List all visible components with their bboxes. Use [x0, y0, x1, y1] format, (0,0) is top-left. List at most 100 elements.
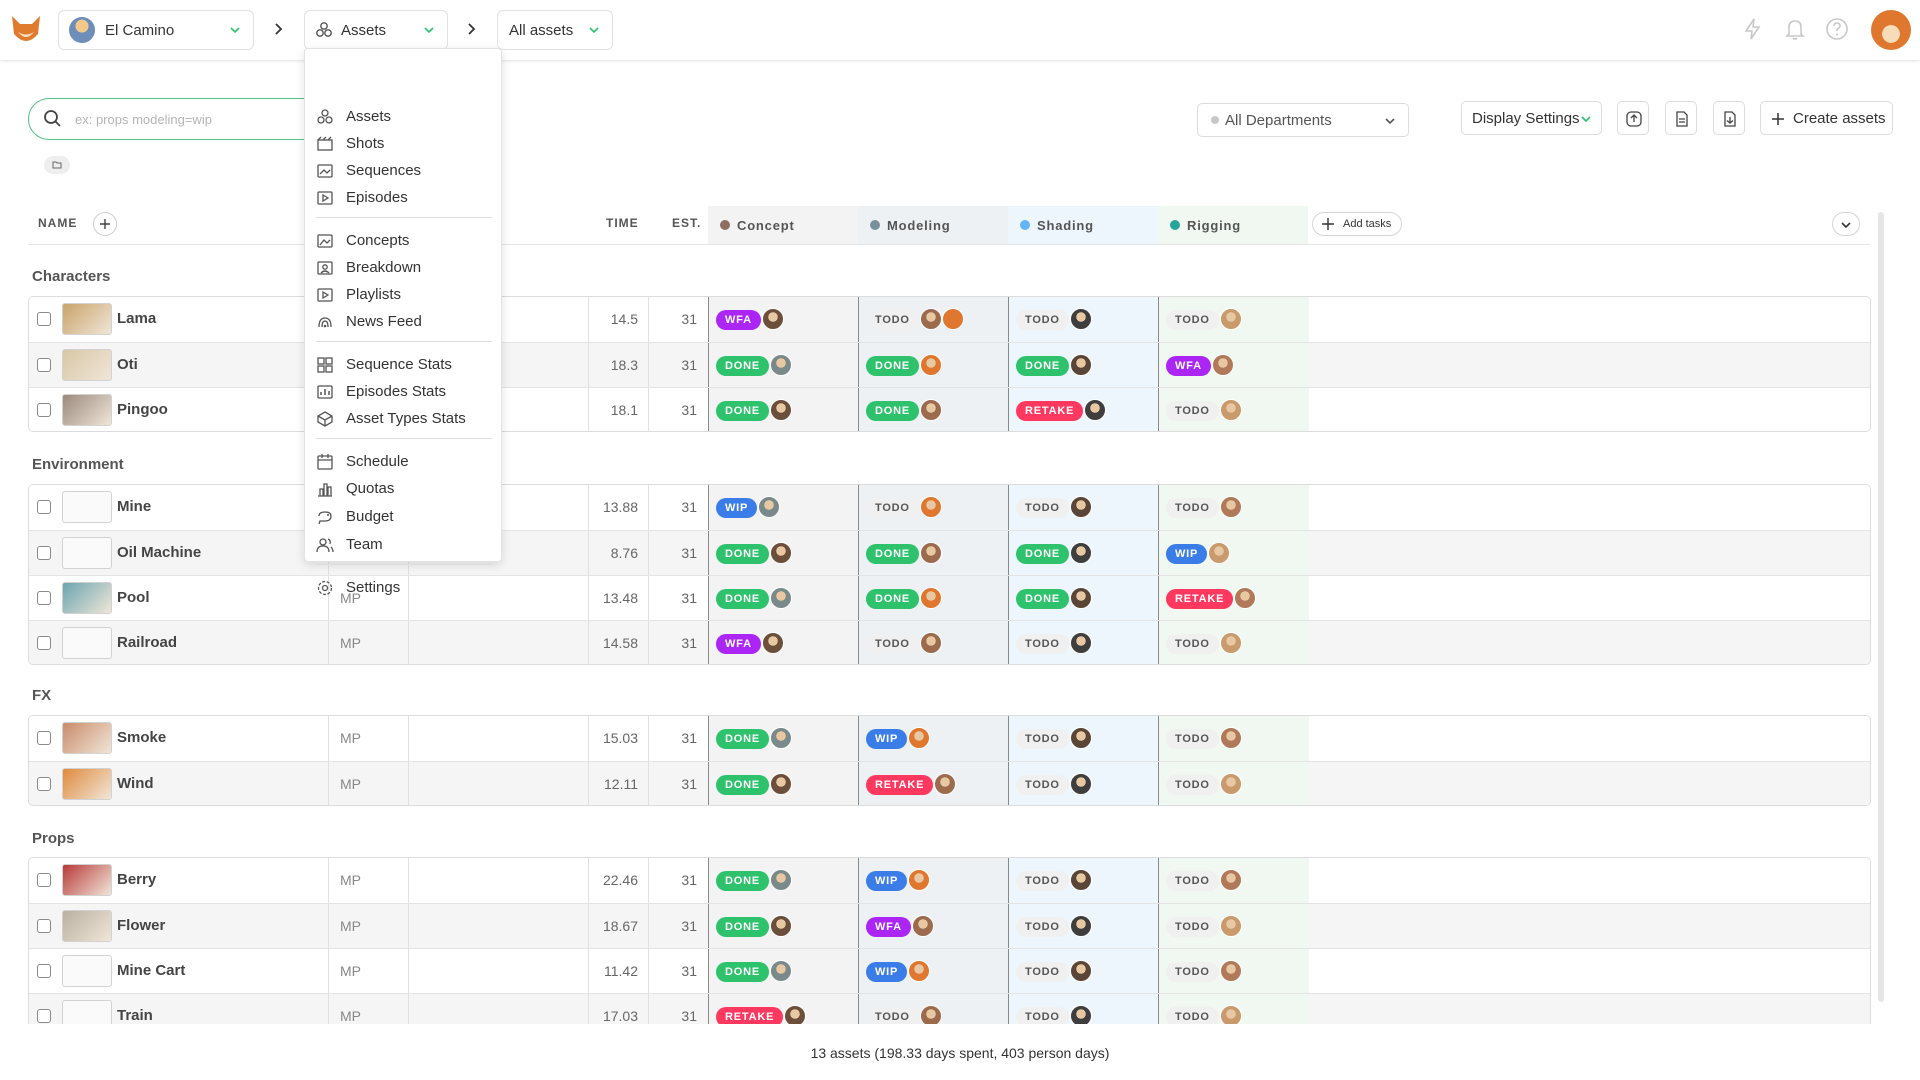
assignee-avatar[interactable] — [1069, 587, 1092, 609]
asset-thumbnail[interactable] — [62, 303, 112, 335]
status-badge[interactable]: TODO — [1016, 634, 1069, 654]
assignee-avatar[interactable] — [919, 632, 942, 654]
assignee-avatar[interactable] — [919, 399, 942, 421]
task-status-cell[interactable]: TODO — [1009, 297, 1159, 342]
assignee-avatar[interactable] — [941, 308, 964, 330]
scrollbar[interactable] — [1878, 212, 1884, 1002]
task-header-shading[interactable]: Shading — [1008, 206, 1158, 244]
import-button[interactable] — [1665, 101, 1697, 135]
asset-thumbnail[interactable] — [62, 722, 112, 754]
assignee-avatar[interactable] — [1219, 960, 1242, 982]
menu-item-episodes-stats[interactable]: Episodes Stats — [305, 380, 503, 404]
add-tasks-button[interactable]: Add tasks — [1312, 212, 1402, 236]
status-badge[interactable]: TODO — [866, 634, 919, 654]
task-header-rigging[interactable]: Rigging — [1158, 206, 1308, 244]
asset-thumbnail[interactable] — [62, 768, 112, 800]
assignee-avatar[interactable] — [919, 354, 942, 376]
task-status-cell[interactable]: TODO — [1009, 904, 1159, 949]
assignee-avatar[interactable] — [769, 354, 792, 376]
menu-item-settings[interactable]: Settings — [305, 576, 503, 600]
assignee-avatar[interactable] — [1069, 869, 1092, 891]
task-status-cell[interactable]: TODO — [1159, 762, 1309, 805]
assignee-avatar[interactable] — [1211, 354, 1234, 376]
menu-item-schedule[interactable]: Schedule — [305, 450, 503, 474]
status-badge[interactable]: WIP — [1166, 544, 1208, 564]
menu-item-shots[interactable]: Shots — [305, 132, 503, 156]
export-button[interactable] — [1713, 101, 1745, 135]
task-status-cell[interactable]: DONE — [859, 576, 1009, 621]
asset-thumbnail[interactable] — [62, 910, 112, 942]
assignee-avatar[interactable] — [769, 773, 792, 795]
task-status-cell[interactable]: TODO — [859, 297, 1009, 342]
menu-item-team[interactable]: Team — [305, 533, 503, 557]
saved-search-chip[interactable] — [44, 156, 70, 174]
status-badge[interactable]: DONE — [866, 544, 919, 564]
status-badge[interactable]: WFA — [716, 310, 761, 330]
task-status-cell[interactable]: RETAKE — [859, 762, 1009, 805]
task-status-cell[interactable]: DONE — [709, 762, 859, 805]
assignee-avatar[interactable] — [1069, 915, 1092, 937]
time-column-header[interactable]: TIME — [606, 216, 639, 230]
asset-name[interactable]: Lama — [117, 310, 156, 327]
row-checkbox[interactable] — [37, 964, 51, 978]
task-status-cell[interactable]: RETAKE — [1009, 388, 1159, 431]
assignee-avatar[interactable] — [1219, 399, 1242, 421]
status-badge[interactable]: DONE — [866, 356, 919, 376]
assignee-avatar[interactable] — [769, 869, 792, 891]
assignee-avatar[interactable] — [908, 869, 931, 891]
task-status-cell[interactable]: RETAKE — [1159, 576, 1309, 621]
assignee-avatar[interactable] — [1219, 869, 1242, 891]
status-badge[interactable]: RETAKE — [866, 775, 934, 795]
task-header-modeling[interactable]: Modeling — [858, 206, 1008, 244]
asset-name[interactable]: Oil Machine — [117, 544, 201, 561]
asset-name[interactable]: Railroad — [117, 634, 177, 651]
collapse-columns-button[interactable] — [1832, 212, 1860, 236]
menu-item-news-feed[interactable]: News Feed — [305, 310, 503, 334]
task-status-cell[interactable]: WFA — [859, 904, 1009, 949]
asset-thumbnail[interactable] — [62, 394, 112, 426]
status-badge[interactable]: TODO — [1166, 729, 1219, 749]
assignee-avatar[interactable] — [934, 773, 957, 795]
assignee-avatar[interactable] — [1219, 496, 1242, 518]
status-badge[interactable]: DONE — [866, 401, 919, 421]
status-badge[interactable]: DONE — [716, 401, 769, 421]
status-badge[interactable]: TODO — [1166, 775, 1219, 795]
status-badge[interactable]: DONE — [716, 917, 769, 937]
estimation-column-header[interactable]: EST. — [672, 216, 701, 230]
menu-item-quotas[interactable]: Quotas — [305, 477, 503, 501]
user-avatar[interactable] — [1871, 10, 1911, 50]
status-badge[interactable]: TODO — [1166, 917, 1219, 937]
assignee-avatar[interactable] — [769, 399, 792, 421]
asset-thumbnail[interactable] — [62, 582, 112, 614]
row-checkbox[interactable] — [37, 358, 51, 372]
status-badge[interactable]: DONE — [716, 775, 769, 795]
status-badge[interactable]: TODO — [866, 310, 919, 330]
task-status-cell[interactable]: TODO — [1159, 388, 1309, 431]
task-status-cell[interactable]: WIP — [709, 485, 859, 530]
task-status-cell[interactable]: TODO — [859, 485, 1009, 530]
task-status-cell[interactable]: DONE — [709, 388, 859, 431]
table-row[interactable]: Smoke MP 15.03 31 DONE WIP TODO TODO — [29, 716, 1870, 761]
row-checkbox[interactable] — [37, 546, 51, 560]
assignee-avatar[interactable] — [1069, 632, 1092, 654]
task-status-cell[interactable]: DONE — [709, 531, 859, 576]
assignee-avatar[interactable] — [919, 496, 942, 518]
task-status-cell[interactable]: TODO — [1009, 949, 1159, 994]
assignee-avatar[interactable] — [761, 632, 784, 654]
assignee-avatar[interactable] — [911, 915, 934, 937]
status-badge[interactable]: TODO — [866, 498, 919, 518]
add-column-button[interactable] — [93, 212, 117, 236]
status-badge[interactable]: DONE — [1016, 589, 1069, 609]
task-status-cell[interactable]: TODO — [1159, 297, 1309, 342]
status-badge[interactable]: DONE — [716, 589, 769, 609]
bell-icon[interactable] — [1782, 16, 1808, 42]
kitsu-fox-logo[interactable] — [10, 12, 42, 48]
menu-item-sequence-stats[interactable]: Sequence Stats — [305, 353, 503, 377]
row-checkbox[interactable] — [37, 1009, 51, 1023]
assignee-avatar[interactable] — [758, 496, 781, 518]
status-badge[interactable]: WIP — [866, 962, 908, 982]
row-checkbox[interactable] — [37, 403, 51, 417]
status-badge[interactable]: TODO — [1166, 401, 1219, 421]
status-badge[interactable]: RETAKE — [1016, 401, 1084, 421]
task-status-cell[interactable]: TODO — [1159, 904, 1309, 949]
